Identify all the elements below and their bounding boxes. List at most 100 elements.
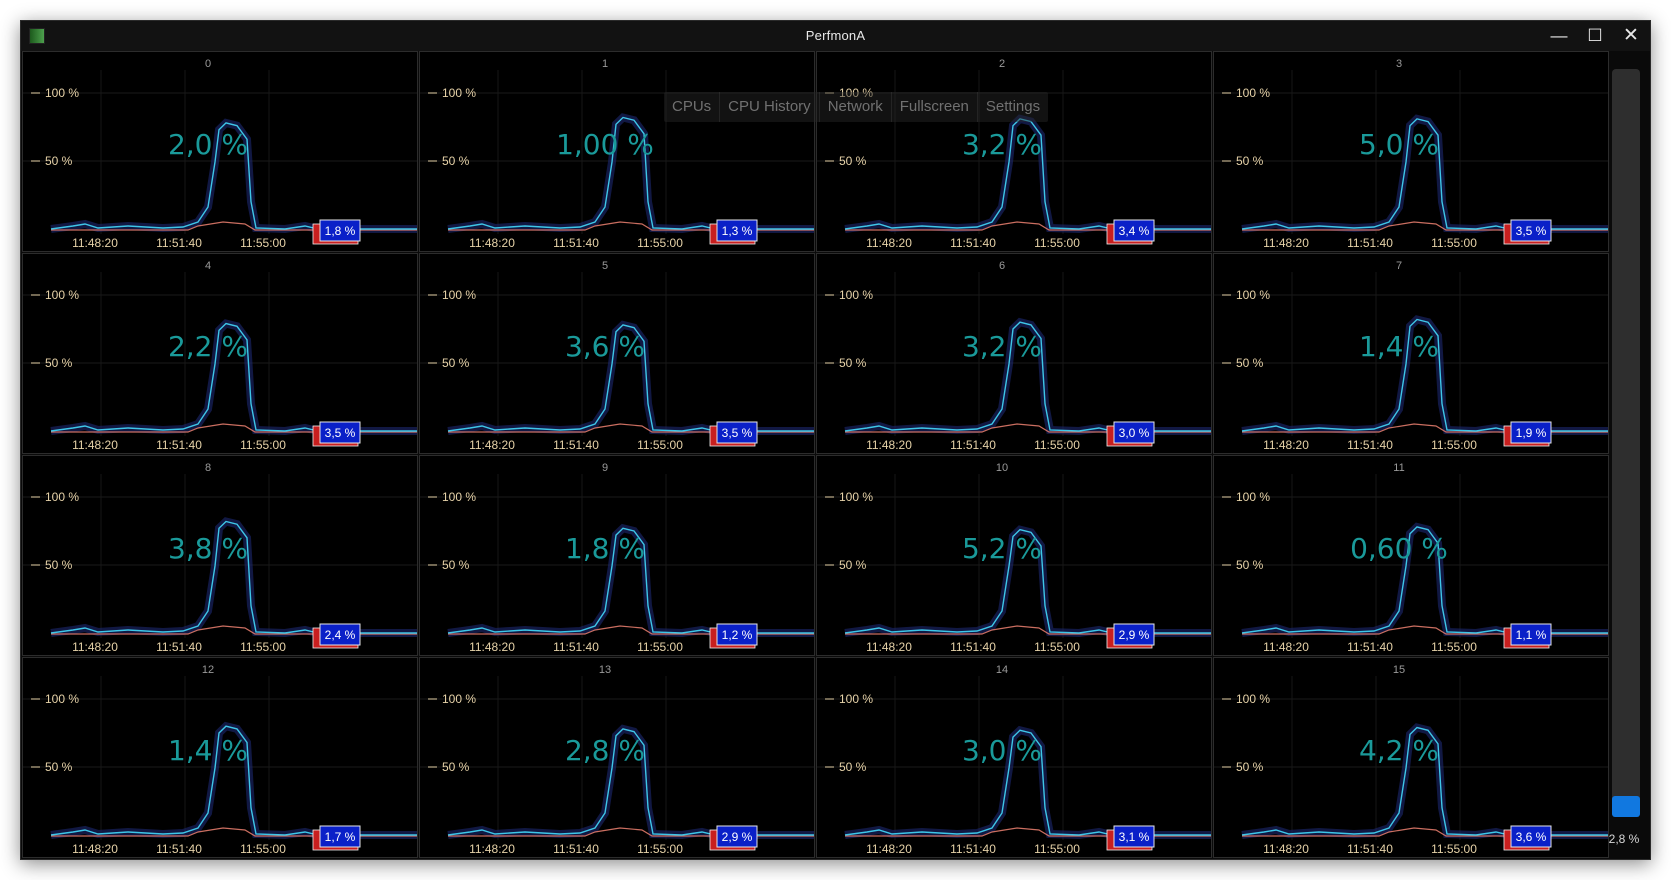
close-button[interactable]: ✕ bbox=[1620, 25, 1642, 47]
y-axis-label-100: 100 % bbox=[45, 288, 79, 302]
cpu-usage-value: 1,8 % bbox=[565, 532, 645, 565]
time-axis-label: 11:55:00 bbox=[1431, 842, 1477, 856]
cpu-index-label: 4 bbox=[205, 260, 211, 272]
cpu-panel: 15 100 % 50 % 4,2 % 11:48:20 11:51:40 11:55:00… bbox=[1213, 657, 1609, 858]
cpu-index-label: 14 bbox=[996, 664, 1008, 676]
current-value-text: 1,9 % bbox=[1516, 426, 1547, 440]
cpu-chart: 4 100 % 50 % 2,2 % 11:48:20 11:51:40 11:55:00 3… bbox=[23, 260, 417, 452]
current-value-text: 2,9 % bbox=[1119, 628, 1150, 642]
total-usage-track bbox=[1612, 69, 1640, 817]
cpu-usage-value: 3,2 % bbox=[962, 330, 1042, 363]
cpu-chart: 3 100 % 50 % 5,0 % 11:48:20 11:51:40 11:55:00 3… bbox=[1214, 58, 1608, 250]
cpu-usage-value: 0,60 % bbox=[1350, 532, 1448, 565]
time-axis-label: 11:48:20 bbox=[72, 842, 118, 856]
y-axis-label-100: 100 % bbox=[1236, 86, 1270, 100]
y-axis-label-50: 50 % bbox=[45, 558, 73, 572]
time-axis-label: 11:55:00 bbox=[637, 640, 683, 654]
cpu-panel: 8 100 % 50 % 3,8 % 11:48:20 11:51:40 11:55:00 2… bbox=[22, 455, 418, 656]
time-axis-label: 11:48:20 bbox=[469, 640, 515, 654]
time-axis-label: 11:51:40 bbox=[156, 438, 202, 452]
cpu-panel: 0 100 % 50 % 2,0 % 11:48:20 11:51:40 11:55:00 1… bbox=[22, 51, 418, 252]
y-axis-label-100: 100 % bbox=[442, 692, 476, 706]
time-axis-label: 11:55:00 bbox=[1431, 438, 1477, 452]
y-axis-label-100: 100 % bbox=[1236, 288, 1270, 302]
y-axis-label-100: 100 % bbox=[45, 490, 79, 504]
cpu-chart: 7 100 % 50 % 1,4 % 11:48:20 11:51:40 11:55:00 1… bbox=[1214, 260, 1608, 452]
cpu-panel: 11 100 % 50 % 0,60 % 11:48:20 11:51:40 11:55:0… bbox=[1213, 455, 1609, 656]
y-axis-label-100: 100 % bbox=[442, 490, 476, 504]
current-value-text: 3,5 % bbox=[722, 426, 753, 440]
time-axis-label: 11:48:20 bbox=[866, 236, 912, 250]
cpu-chart: 0 100 % 50 % 2,0 % 11:48:20 11:51:40 11:55:00 1… bbox=[23, 58, 417, 250]
y-axis-label-50: 50 % bbox=[45, 356, 73, 370]
time-axis-label: 11:55:00 bbox=[637, 842, 683, 856]
tab-settings[interactable]: Settings bbox=[978, 92, 1048, 122]
time-axis-label: 11:48:20 bbox=[866, 438, 912, 452]
time-axis-label: 11:55:00 bbox=[1431, 236, 1477, 250]
cpu-usage-value: 3,6 % bbox=[565, 330, 645, 363]
cpu-chart: 12 100 % 50 % 1,4 % 11:48:20 11:51:40 11:55:00… bbox=[23, 664, 417, 856]
tab-bar: CPUs CPU History Network Fullscreen Sett… bbox=[664, 92, 1049, 122]
time-axis-label: 11:48:20 bbox=[1263, 640, 1309, 654]
cpu-index-label: 5 bbox=[602, 260, 608, 272]
cpu-panel: 7 100 % 50 % 1,4 % 11:48:20 11:51:40 11:55:00 1… bbox=[1213, 253, 1609, 454]
time-axis-label: 11:55:00 bbox=[1034, 236, 1080, 250]
app-window: PerfmonA — ☐ ✕ 0 100 % 50 % 2,0 % 11:48:20 11… bbox=[20, 20, 1651, 860]
cpu-panel: 5 100 % 50 % 3,6 % 11:48:20 11:51:40 11:55:00 3… bbox=[419, 253, 815, 454]
cpu-index-label: 2 bbox=[999, 58, 1005, 70]
tab-cpus[interactable]: CPUs bbox=[664, 92, 721, 122]
cpu-chart: 15 100 % 50 % 4,2 % 11:48:20 11:51:40 11:55:00… bbox=[1214, 664, 1608, 856]
cpu-index-label: 9 bbox=[602, 462, 608, 474]
minimize-button[interactable]: — bbox=[1548, 25, 1570, 47]
cpu-index-label: 1 bbox=[602, 58, 608, 70]
current-value-text: 2,9 % bbox=[722, 830, 753, 844]
cpu-index-label: 10 bbox=[996, 462, 1008, 474]
cpu-chart: 6 100 % 50 % 3,2 % 11:48:20 11:51:40 11:55:00 3… bbox=[817, 260, 1211, 452]
total-usage-bar: 2,8 % bbox=[1609, 69, 1640, 846]
cpu-index-label: 12 bbox=[202, 664, 214, 676]
current-value-text: 3,5 % bbox=[325, 426, 356, 440]
cpu-panel: 3 100 % 50 % 5,0 % 11:48:20 11:51:40 11:55:00 3… bbox=[1213, 51, 1609, 252]
y-axis-label-100: 100 % bbox=[839, 288, 873, 302]
time-axis-label: 11:51:40 bbox=[553, 438, 599, 452]
time-axis-label: 11:48:20 bbox=[866, 842, 912, 856]
cpu-usage-value: 1,4 % bbox=[1359, 330, 1439, 363]
cpu-usage-value: 1,4 % bbox=[168, 734, 248, 767]
time-axis-label: 11:48:20 bbox=[72, 640, 118, 654]
current-value-text: 1,7 % bbox=[325, 830, 356, 844]
y-axis-label-50: 50 % bbox=[1236, 356, 1264, 370]
cpu-index-label: 11 bbox=[1393, 462, 1404, 474]
cpu-chart: 8 100 % 50 % 3,8 % 11:48:20 11:51:40 11:55:00 2… bbox=[23, 462, 417, 654]
tab-network[interactable]: Network bbox=[820, 92, 892, 122]
current-value-text: 3,5 % bbox=[1516, 224, 1547, 238]
cpu-chart: 11 100 % 50 % 0,60 % 11:48:20 11:51:40 11:55:0… bbox=[1214, 462, 1608, 654]
cpu-index-label: 7 bbox=[1396, 260, 1402, 272]
cpu-panel: 13 100 % 50 % 2,8 % 11:48:20 11:51:40 11:55:00… bbox=[419, 657, 815, 858]
cpu-chart: 13 100 % 50 % 2,8 % 11:48:20 11:51:40 11:55:00… bbox=[420, 664, 814, 856]
current-value-text: 3,4 % bbox=[1119, 224, 1150, 238]
y-axis-label-100: 100 % bbox=[442, 86, 476, 100]
time-axis-label: 11:51:40 bbox=[1347, 438, 1393, 452]
time-axis-label: 11:48:20 bbox=[469, 236, 515, 250]
tab-cpu-history[interactable]: CPU History bbox=[720, 92, 820, 122]
time-axis-label: 11:55:00 bbox=[240, 236, 286, 250]
time-axis-label: 11:55:00 bbox=[1431, 640, 1477, 654]
title-bar[interactable]: PerfmonA — ☐ ✕ bbox=[21, 21, 1650, 51]
cpu-usage-value: 4,2 % bbox=[1359, 734, 1439, 767]
cpu-index-label: 3 bbox=[1396, 58, 1402, 70]
time-axis-label: 11:48:20 bbox=[469, 438, 515, 452]
y-axis-label-50: 50 % bbox=[839, 558, 867, 572]
y-axis-label-100: 100 % bbox=[45, 86, 79, 100]
cpu-index-label: 8 bbox=[205, 462, 211, 474]
time-axis-label: 11:51:40 bbox=[156, 236, 202, 250]
y-axis-label-50: 50 % bbox=[442, 356, 470, 370]
time-axis-label: 11:51:40 bbox=[553, 640, 599, 654]
cpu-panel: 4 100 % 50 % 2,2 % 11:48:20 11:51:40 11:55:00 3… bbox=[22, 253, 418, 454]
y-axis-label-50: 50 % bbox=[839, 356, 867, 370]
time-axis-label: 11:55:00 bbox=[1034, 640, 1080, 654]
cpu-panel: 14 100 % 50 % 3,0 % 11:48:20 11:51:40 11:55:00… bbox=[816, 657, 1212, 858]
current-value-text: 1,1 % bbox=[1516, 628, 1547, 642]
tab-fullscreen[interactable]: Fullscreen bbox=[892, 92, 978, 122]
maximize-button[interactable]: ☐ bbox=[1584, 25, 1606, 47]
cpu-panel: 12 100 % 50 % 1,4 % 11:48:20 11:51:40 11:55:00… bbox=[22, 657, 418, 858]
